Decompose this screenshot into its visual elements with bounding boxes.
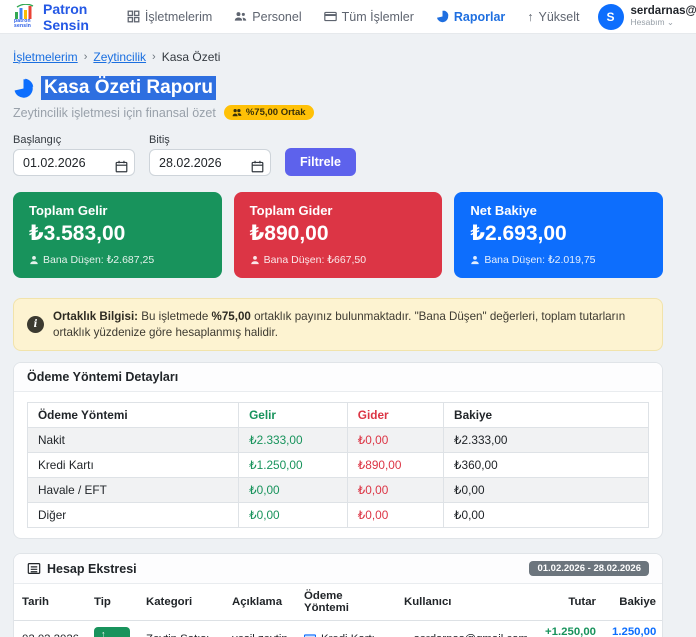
table-row: Diğer ₺0,00 ₺0,00 ₺0,00 — [26, 502, 649, 529]
breadcrumb-separator: › — [83, 51, 88, 63]
table-header-row: Ödeme Yöntemi Gelir Gider Bakiye — [26, 402, 649, 429]
transactions-card-icon — [323, 11, 337, 22]
brand-logo-icon: patron sensin — [14, 4, 36, 29]
payment-details-panel: Ödeme Yöntemi Detayları Ödeme Yöntemi Ge… — [13, 362, 663, 540]
card-title: Net Bakiye — [470, 203, 537, 218]
col-amount: Tutar — [536, 584, 604, 622]
col-category: Kategori — [138, 584, 224, 622]
calendar-icon[interactable] — [251, 160, 264, 173]
payment-methods-table: Ödeme Yöntemi Gelir Gider Bakiye Nakit ₺… — [26, 402, 649, 529]
card-amount: ₺890,00 — [249, 222, 329, 245]
table-row: Nakit ₺2.333,00 ₺0,00 ₺2.333,00 — [26, 427, 649, 454]
calendar-icon[interactable] — [115, 160, 128, 173]
top-navigation-bar: patron sensin Patron Sensin İşletmelerim… — [0, 0, 696, 34]
main-nav: İşletmelerim Personel Tüm İşlemler Rapor… — [127, 10, 580, 24]
breadcrumb-isletmelerim[interactable]: İşletmelerim — [13, 50, 78, 64]
date-range-badge: 01.02.2026 - 28.02.2026 — [529, 561, 649, 577]
card-share: Bana Düşen: ₺2.687,25 — [29, 254, 206, 266]
main-content: İşletmelerim › Zeytincilik › Kasa Özeti … — [13, 34, 664, 637]
page-subtitle: Zeytincilik işletmesi için finansal özet — [13, 105, 216, 120]
card-share: Bana Düşen: ₺2.019,75 — [470, 254, 647, 266]
statement-panel: Hesap Ekstresi 01.02.2026 - 28.02.2026 T… — [13, 553, 663, 637]
card-title: Toplam Gelir — [29, 203, 108, 218]
col-user: Kullanıcı — [396, 584, 536, 622]
table-header-row: Tarih Tip Kategori Açıklama Ödeme Yöntem… — [14, 584, 662, 622]
page-title: Kasa Özeti Raporu — [41, 76, 216, 100]
breadcrumb-separator: › — [152, 51, 156, 63]
summary-cards: Toplam Gelir ₺3.583,00 Bana Düşen: ₺2.68… — [13, 192, 664, 278]
panel-title: Hesap Ekstresi — [47, 561, 137, 576]
card-share: Bana Düşen: ₺667,50 — [250, 254, 427, 266]
people-icon — [235, 12, 247, 21]
card-amount: ₺3.583,00 — [29, 222, 126, 245]
nav-item-tum-islemler[interactable]: Tüm İşlemler — [323, 10, 414, 24]
nav-item-yukselt[interactable]: ↑ Yükselt — [527, 10, 579, 24]
brand-name: Patron Sensin — [43, 0, 89, 33]
start-date-label: Başlangıç — [13, 134, 62, 146]
user-menu[interactable]: S serdarnas@gmail.com Hesabım ⌄ ▾ — [597, 3, 696, 30]
breadcrumb: İşletmelerim › Zeytincilik › Kasa Özeti — [13, 50, 663, 64]
card-title: Toplam Gider — [249, 203, 333, 218]
panel-title: Ödeme Yöntemi Detayları — [27, 370, 179, 385]
user-avatar: S — [597, 3, 624, 30]
partnership-icon — [232, 109, 242, 117]
pie-chart-icon — [436, 10, 449, 23]
person-icon — [471, 255, 480, 265]
col-method: Ödeme Yöntemi — [296, 584, 396, 622]
col-expense: Gider — [346, 402, 445, 429]
col-method: Ödeme Yöntemi — [26, 402, 240, 429]
person-icon — [250, 255, 259, 265]
partner-share-badge: %75,00 Ortak — [223, 105, 314, 120]
income-badge: ↑ Gelir — [94, 627, 130, 637]
col-date: Tarih — [14, 584, 86, 622]
statement-table: Tarih Tip Kategori Açıklama Ödeme Yöntem… — [14, 584, 662, 637]
info-icon: i — [27, 316, 44, 334]
total-expense-card: Toplam Gider ₺890,00 Bana Düşen: ₺667,50 — [233, 192, 443, 278]
nav-item-personel[interactable]: Personel — [234, 10, 302, 24]
nav-item-raporlar[interactable]: Raporlar — [436, 10, 505, 24]
brand-logo-caption: patron sensin — [14, 18, 32, 29]
total-income-card: Toplam Gelir ₺3.583,00 Bana Düşen: ₺2.68… — [13, 192, 222, 278]
breadcrumb-current: Kasa Özeti — [161, 50, 221, 64]
col-type: Tip — [86, 584, 138, 622]
col-description: Açıklama — [224, 584, 296, 622]
brand[interactable]: patron sensin Patron Sensin — [14, 1, 89, 33]
partnership-info-alert: i Ortaklık Bilgisi: Bu işletmede %75,00 … — [13, 298, 663, 352]
table-row: Kredi Kartı ₺1.250,00 ₺890,00 ₺360,00 — [26, 452, 649, 479]
table-row: Havale / EFT ₺0,00 ₺0,00 ₺0,00 — [26, 477, 649, 504]
col-balance: Bakiye — [604, 584, 662, 622]
end-date-label: Bitiş — [149, 134, 170, 146]
account-label: Hesabım ⌄ — [630, 17, 675, 28]
person-icon — [30, 255, 38, 265]
alert-text: Ortaklık Bilgisi: Bu işletmede %75,00 or… — [53, 310, 626, 339]
breadcrumb-zeytincilik[interactable]: Zeytincilik — [93, 50, 146, 64]
card-amount: ₺2.693,00 — [470, 222, 567, 245]
statement-list-icon — [27, 563, 41, 575]
filter-button[interactable]: Filtrele — [285, 148, 356, 176]
grid-icon — [127, 10, 140, 23]
col-balance: Bakiye — [443, 402, 649, 429]
nav-item-isletmelerim[interactable]: İşletmelerim — [127, 10, 212, 24]
statement-row: 02.02.2026 ↑ Gelir Zeytin Satışı yeşil z… — [14, 620, 662, 637]
date-filter-bar: Başlangıç Bitiş Filtrele — [13, 134, 663, 176]
upgrade-arrow-icon: ↑ — [527, 9, 534, 24]
report-pie-icon — [14, 78, 34, 98]
col-income: Gelir — [238, 402, 348, 429]
net-balance-card: Net Bakiye ₺2.693,00 Bana Düşen: ₺2.019,… — [454, 192, 664, 278]
